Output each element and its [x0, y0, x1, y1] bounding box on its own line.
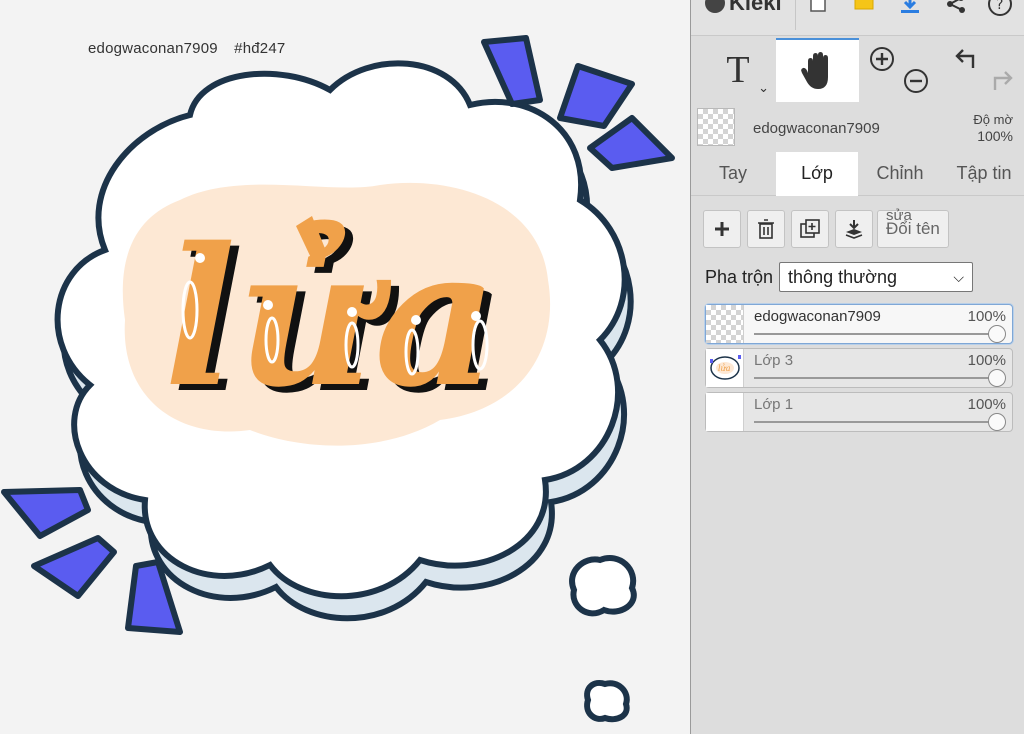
duplicate-icon [800, 219, 820, 238]
blend-mode-select[interactable]: thông thường ⌵ [779, 262, 974, 292]
burst-shard [557, 63, 635, 129]
app-logo[interactable]: Kleki [705, 0, 782, 16]
blend-mode-row: Pha trộn thông thường ⌵ [705, 262, 974, 292]
watermark: edogwaconan7909 #hđ247 [88, 40, 285, 57]
watermark-tag: #hđ247 [234, 40, 286, 57]
thought-bubble-tiny [584, 680, 630, 723]
merge-down-button[interactable] [835, 210, 873, 248]
hand-tool-button[interactable] [776, 38, 859, 102]
zoom-out-button[interactable] [903, 68, 929, 99]
blend-mode-value: thông thường [788, 267, 897, 287]
delete-layer-button[interactable] [747, 210, 785, 248]
artwork: lửa lửa [1, 35, 675, 723]
layer-list: edogwaconan7909 100% lửa Lớp 3 100% Lớp … [705, 304, 1013, 436]
text-tool-icon: T [726, 49, 750, 91]
zoom-in-icon [870, 47, 894, 71]
opacity-slider-track[interactable] [754, 377, 998, 379]
import-icon [854, 0, 874, 10]
active-layer-info: edogwaconan7909 Độ mờ 100% [691, 104, 1024, 150]
panel-tabs: Tay Lớp Chỉnh Tập tin [691, 152, 1024, 196]
redo-icon [993, 71, 1013, 90]
opacity-slider-handle[interactable] [988, 369, 1006, 387]
svg-text:lửa: lửa [164, 206, 497, 429]
zoom-in-button[interactable] [869, 46, 895, 77]
layer-opacity: 100% [967, 308, 1006, 325]
tab-hand[interactable]: Tay [691, 152, 775, 196]
opacity-slider-handle[interactable] [988, 325, 1006, 343]
help-button[interactable]: ? [987, 0, 1013, 20]
lettering: lửa lửa [164, 206, 505, 435]
redo-button[interactable] [987, 68, 1013, 99]
divider [795, 0, 796, 30]
new-file-button[interactable] [805, 0, 831, 20]
blend-mode-label: Pha trộn [705, 266, 774, 287]
layer-item[interactable]: edogwaconan7909 100% [705, 304, 1013, 344]
download-button[interactable] [897, 0, 923, 20]
chevron-down-icon[interactable]: ⌄ [758, 80, 769, 96]
import-button[interactable] [851, 0, 877, 20]
chevron-down-icon: ⌵ [953, 269, 965, 285]
undo-icon [955, 49, 975, 68]
burst-shard [1, 487, 91, 539]
new-file-icon [810, 0, 826, 12]
merge-down-icon [845, 220, 863, 239]
rename-label: Đổi tên [886, 219, 940, 238]
opacity-label: Độ mờ [973, 112, 1013, 127]
share-icon [947, 0, 965, 13]
opacity-slider-handle[interactable] [988, 413, 1006, 431]
layer-thumbnail [706, 393, 744, 431]
plus-icon [715, 222, 729, 236]
svg-text:?: ? [996, 0, 1003, 13]
zoom-out-icon [904, 69, 928, 93]
layer-opacity: 100% [967, 396, 1006, 413]
watermark-user: edogwaconan7909 [88, 40, 218, 57]
layer-name: Lớp 1 [754, 396, 794, 413]
opacity-slider-track[interactable] [754, 333, 998, 335]
add-layer-button[interactable] [703, 210, 741, 248]
opacity-slider-track[interactable] [754, 421, 998, 423]
undo-button[interactable] [955, 46, 981, 77]
layer-3-preview: lửa [710, 355, 741, 380]
rename-layer-button[interactable]: sửa Đổi tên [877, 207, 949, 248]
duplicate-layer-button[interactable] [791, 210, 829, 248]
layer-name: Lớp 3 [754, 352, 794, 369]
drawing-canvas[interactable]: lửa lửa edogwaconan7909 #hđ247 [0, 0, 690, 734]
top-bar: Kleki ? [691, 0, 1024, 36]
tab-file[interactable]: Tập tin [943, 152, 1024, 196]
hand-icon [800, 52, 828, 89]
svg-text:lửa: lửa [718, 364, 731, 373]
layer-thumbnail [706, 305, 744, 343]
layer-opacity: 100% [967, 352, 1006, 369]
layer-item[interactable]: Lớp 1 100% [705, 392, 1013, 432]
thought-bubble-small [569, 555, 637, 617]
share-button[interactable] [943, 0, 969, 20]
app-window: lửa lửa edogwaconan7909 #hđ247 Kleki ? T… [0, 0, 1024, 734]
trash-icon [758, 219, 774, 239]
burst-shard [481, 35, 543, 107]
side-panel: Kleki ? T ⌄ edogwaconan7909 Độ mờ 100% T… [690, 0, 1024, 734]
download-icon [901, 0, 919, 13]
tool-row: T ⌄ [691, 38, 1024, 102]
active-layer-name: edogwaconan7909 [753, 120, 880, 137]
layer-thumbnail: lửa [706, 349, 744, 387]
layer-name: edogwaconan7909 [754, 308, 881, 325]
help-icon: ? [988, 0, 1012, 16]
opacity-value: 100% [977, 128, 1013, 144]
app-logo-text: Kleki [729, 0, 782, 15]
kleki-logo-icon [705, 0, 725, 13]
layer-item[interactable]: lửa Lớp 3 100% [705, 348, 1013, 388]
tab-layers[interactable]: Lớp [776, 152, 858, 196]
text-tool-button[interactable]: T ⌄ [701, 38, 775, 102]
tab-edit[interactable]: Chỉnh [859, 152, 941, 196]
active-layer-thumbnail [697, 108, 735, 146]
burst-shard [31, 535, 117, 599]
